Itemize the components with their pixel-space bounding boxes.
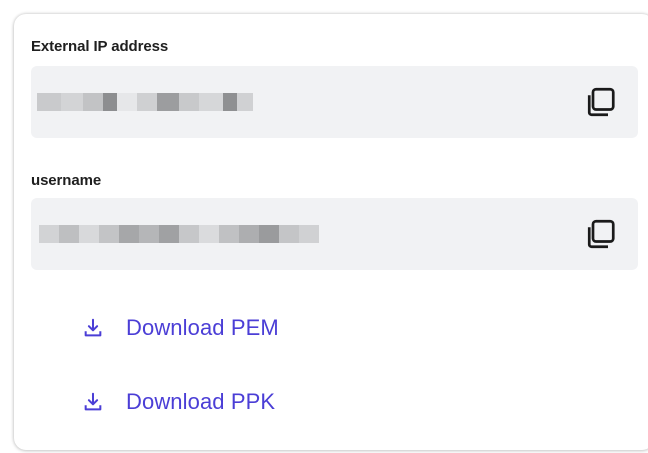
- download-pem-label[interactable]: Download PEM: [126, 315, 279, 341]
- username-field: [31, 198, 638, 270]
- download-ppk-label[interactable]: Download PPK: [126, 389, 275, 415]
- copy-icon: [587, 219, 615, 249]
- download-ppk-button[interactable]: Download PPK: [80, 389, 275, 415]
- external-ip-label: External IP address: [31, 38, 169, 55]
- page: External IP address username Download PE…: [0, 0, 648, 453]
- copy-ip-button[interactable]: [582, 82, 622, 122]
- username-value-redacted: [39, 225, 319, 243]
- download-pem-button[interactable]: Download PEM: [80, 315, 279, 341]
- copy-icon: [587, 87, 615, 117]
- username-label: username: [31, 172, 102, 189]
- external-ip-value-redacted: [37, 93, 253, 111]
- external-ip-field: [31, 66, 638, 138]
- download-icon: [80, 389, 106, 415]
- download-icon: [80, 315, 106, 341]
- copy-username-button[interactable]: [582, 214, 622, 254]
